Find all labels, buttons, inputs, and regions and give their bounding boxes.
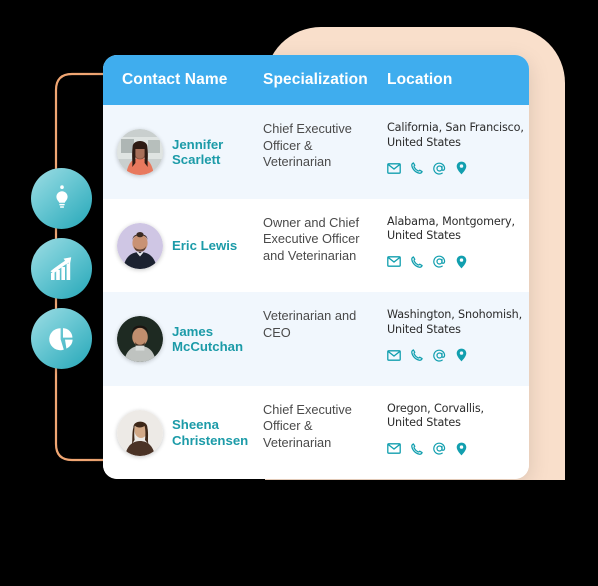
column-header-location: Location [387, 71, 453, 88]
specialization-cell: Veterinarian and CEO [263, 308, 357, 340]
name-line-2: Christensen [172, 432, 249, 448]
location-cell: California, San Francisco, United States [387, 119, 529, 175]
specialization-cell: Owner and Chief Executive Officer and Ve… [263, 214, 360, 263]
name-line-1: James [172, 323, 214, 339]
avatar [117, 129, 163, 175]
phone-icon[interactable] [411, 162, 423, 174]
location-text: Alabama, Montgomery, United States [387, 215, 529, 244]
table-row[interactable]: Eric Lewis Owner and Chief Executive Off… [103, 198, 529, 292]
name-line-2: Scarlett [172, 152, 221, 167]
side-badge-bar-chart[interactable] [31, 238, 92, 299]
name-line-1: Sheena [172, 417, 219, 432]
contact-name-label: Eric Lewis [172, 238, 237, 254]
name-line-1: Eric Lewis [172, 237, 238, 253]
location-text: Oregon, Corvallis, United States [387, 402, 529, 431]
map-pin-icon[interactable] [456, 442, 467, 456]
map-pin-icon[interactable] [456, 161, 467, 175]
avatar [117, 222, 163, 269]
avatar [117, 409, 163, 456]
contact-name-cell: Sheena Christensen [103, 400, 263, 466]
at-icon[interactable] [433, 349, 446, 362]
column-header-contact-name: Contact Name [122, 71, 228, 88]
table-row[interactable]: Jennifer Scarlett Chief Executive Office… [103, 105, 529, 199]
location-line-1: Oregon, Corvallis, [387, 401, 484, 415]
contacts-table-card: Contact Name Specialization Location Jen… [103, 55, 529, 479]
location-text: California, San Francisco, United States [387, 121, 529, 150]
email-icon[interactable] [387, 256, 401, 268]
side-badge-lightbulb[interactable] [31, 168, 92, 229]
location-line-1: California, San Francisco, [387, 121, 524, 134]
location-cell: Oregon, Corvallis, United States [387, 400, 529, 456]
table-row[interactable]: Sheena Christensen Chief Executive Offic… [103, 385, 529, 479]
phone-icon[interactable] [411, 442, 423, 455]
name-line-2: McCutchan [172, 339, 244, 354]
email-icon[interactable] [387, 349, 401, 361]
location-line-2: United States [387, 322, 461, 336]
side-badge-pie-chart[interactable] [31, 308, 92, 369]
contact-name-label: James McCutchan [172, 324, 243, 355]
contact-icon-group [387, 255, 529, 269]
location-cell: Washington, Snohomish, United States [387, 306, 529, 362]
contact-name-cell: Eric Lewis [103, 213, 263, 279]
avatar [117, 316, 163, 362]
at-icon[interactable] [433, 255, 446, 268]
location-line-2: United States [387, 135, 461, 149]
lightbulb-icon [55, 184, 68, 208]
map-pin-icon[interactable] [456, 348, 467, 362]
specialization-cell: Chief Executive Officer & Veterinarian [263, 401, 352, 450]
email-icon[interactable] [387, 162, 401, 174]
specialization-cell: Chief Executive Officer & Veterinarian [263, 121, 352, 170]
table-row[interactable]: James McCutchan Veterinarian and CEO Was… [103, 292, 529, 386]
contact-icon-group [387, 348, 529, 362]
contact-name-cell: Jennifer Scarlett [103, 119, 263, 185]
at-icon[interactable] [433, 442, 446, 455]
location-line-2: United States [387, 229, 461, 243]
at-icon[interactable] [433, 162, 446, 175]
pie-chart-icon [48, 327, 73, 350]
phone-icon[interactable] [411, 349, 423, 361]
side-badge-list [31, 168, 92, 369]
email-icon[interactable] [387, 443, 401, 455]
contact-icon-group [387, 161, 529, 175]
phone-icon[interactable] [411, 255, 423, 268]
name-line-1: Jennifer [172, 136, 224, 152]
contact-name-label: Sheena Christensen [172, 417, 248, 448]
location-cell: Alabama, Montgomery, United States [387, 213, 529, 269]
location-line-1: Washington, Snohomish, [387, 308, 523, 321]
contact-icon-group [387, 442, 529, 456]
column-header-specialization: Specialization [263, 71, 368, 88]
location-line-1: Alabama, Montgomery, [387, 214, 515, 228]
location-text: Washington, Snohomish, United States [387, 308, 529, 337]
contact-name-cell: James McCutchan [103, 306, 263, 372]
contact-name-label: Jennifer Scarlett [172, 137, 223, 168]
location-line-2: United States [387, 416, 461, 430]
map-pin-icon[interactable] [456, 255, 467, 269]
table-header-row: Contact Name Specialization Location [103, 55, 529, 105]
bar-chart-growth-icon [50, 256, 71, 280]
